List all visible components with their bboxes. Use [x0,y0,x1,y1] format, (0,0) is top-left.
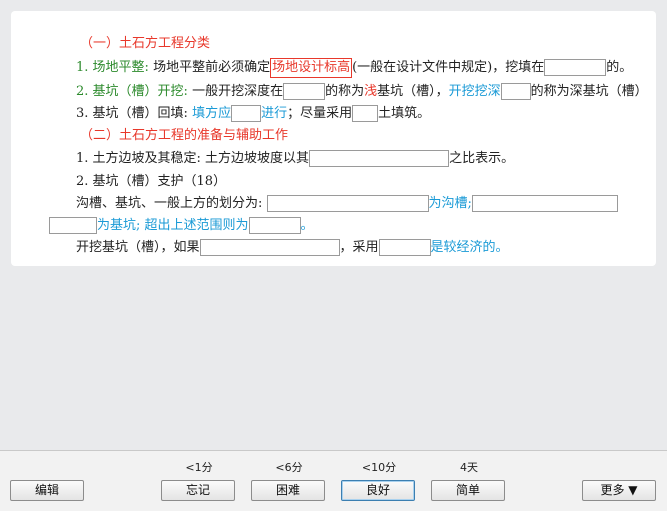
line-excavation-method: 开挖基坑（槽），如果 ，采用 是较经济的。 [76,239,509,256]
blank-input[interactable] [231,105,262,122]
card-content: （一）土石方工程分类 1. 场地平整: 场地平整前必须确定 场地设计标高 (一般在设… [38,19,648,259]
line-pit: 为基坑; 超出上述范围则为。 [49,215,314,237]
line-site-leveling: 1. 场地平整: 场地平整前必须确定 场地设计标高 (一般在设计文件中规定)，挖填在… [76,57,632,79]
flashcard: （一）土石方工程分类 1. 场地平整: 场地平整前必须确定 场地设计标高 (一般在设… [11,11,656,266]
blank-input[interactable] [544,59,607,76]
edit-button[interactable]: 编辑 [10,480,84,501]
blank-input[interactable] [283,83,326,100]
line-excavation: 2. 基坑（槽）开挖: 一般开挖深度在 的称为浅基坑（槽），开挖挖深 的称为深基坑（… [76,83,648,100]
blank-input[interactable] [500,83,531,100]
interval-label-hard: <6分 [275,461,303,474]
forgot-button[interactable]: 忘记 [161,480,235,501]
blank-input[interactable] [49,217,97,234]
line-division: 沟槽、基坑、一般上方的划分为: 为沟槽; [76,193,618,215]
blank-input[interactable] [266,195,429,212]
interval-label-forgot: <1分 [185,461,213,474]
line-backfill: 3. 基坑（槽）回填: 填方应 进行；尽量采用 土填筑。 [76,105,431,122]
good-button[interactable]: 良好 [341,480,415,501]
blank-input[interactable] [199,239,340,256]
blank-input[interactable] [309,150,450,167]
answer-toolbar: <1分 <6分 <10分 4天 编辑 忘记 困难 良好 简单 更多 ▼ [0,450,667,511]
heading-1: （一）土石方工程分类 [80,36,211,51]
interval-label-easy: 4天 [460,461,478,474]
more-button[interactable]: 更多 ▼ [582,480,656,501]
answer-highlight: 场地设计标高 [270,58,353,78]
heading-2: （二）土石方工程的准备与辅助工作 [80,128,289,143]
blank-input[interactable] [471,195,618,212]
easy-button[interactable]: 简单 [431,480,505,501]
line-support: 2. 基坑（槽）支护（18） [76,174,227,189]
hard-button[interactable]: 困难 [251,480,325,501]
interval-label-good: <10分 [361,461,397,474]
blank-input[interactable] [248,217,301,234]
blank-input[interactable] [352,105,379,122]
line-slope: 1. 土方边坡及其稳定: 土方边坡坡度以其 之比表示。 [76,150,515,167]
blank-input[interactable] [378,239,431,256]
